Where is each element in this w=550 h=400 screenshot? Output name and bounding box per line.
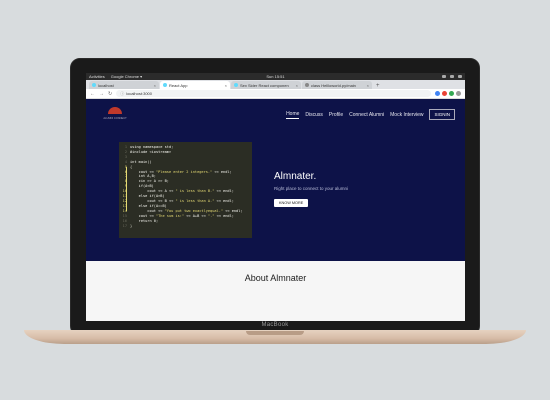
extension-icon[interactable] [435,91,440,96]
nav-discuss[interactable]: Discuss [305,112,323,118]
os-top-bar: Activities Google Chrome ▾ Sun 15:51 [86,73,465,80]
code-text: int main() [130,159,152,164]
url-field[interactable]: ⓘ localhost:3000 [116,90,431,97]
extension-icon[interactable] [449,91,454,96]
know-more-button[interactable]: KNOW MORE [274,199,309,207]
browser-tab[interactable]: Sex Sider React componen × [231,81,301,89]
nav-profile[interactable]: Profile [329,112,343,118]
site-nav: Home Discuss Profile Connect Alumni Mock… [286,109,455,120]
hero-title: Almnater. [274,171,317,182]
laptop-brand: MacBook [261,322,289,328]
about-title: About Almnater [244,273,307,283]
hero-subtitle: Right place to connect to your alumni [274,186,349,191]
tab-label: class Hellloworld.py/main [311,82,356,88]
laptop-notch [246,331,304,335]
browser-tab-strip: localhost × React App × Sex Sider React co… [86,80,465,89]
tab-label: React App [169,82,188,88]
code-text: return 0; [130,218,159,223]
info-icon: ⓘ [120,90,125,96]
favicon-icon [234,83,238,87]
tab-label: Sex Sider React componen [240,82,289,88]
signin-button[interactable]: SIGNIN [429,109,455,120]
address-bar-row: ← → ↻ ⓘ localhost:3000 [86,89,465,99]
change-marker [126,167,127,211]
forward-icon[interactable]: → [99,91,104,97]
close-icon[interactable]: × [154,83,156,88]
close-icon[interactable]: × [367,83,369,88]
new-tab-button[interactable]: + [373,83,383,89]
favicon-icon [92,83,96,87]
os-clock: Sun 15:51 [266,74,285,79]
code-snippet-image: 1 using namespace std; 2 #include <iostream… [119,142,252,238]
hero-section: ALUMNI CONNECT Home Discuss Profile Conn… [86,99,465,261]
reload-icon[interactable]: ↻ [108,91,112,97]
logo-tagline: ALUMNI CONNECT [103,117,127,120]
about-section: About Almnater [86,261,465,321]
browser-tab[interactable]: localhost × [89,81,159,89]
favicon-icon [305,83,309,87]
laptop-screen: Activities Google Chrome ▾ Sun 15:51 loc… [86,73,465,321]
url-text: localhost:3000 [126,91,152,96]
browser-tab-active[interactable]: React App × [160,81,230,89]
line-number: 17 [122,223,127,228]
logo-mark-icon [108,107,122,114]
browser-tab[interactable]: class Hellloworld.py/main × [302,81,372,89]
code-text: } [130,223,133,228]
react-icon [163,83,167,87]
code-line: 17} [119,224,249,229]
site-logo[interactable]: ALUMNI CONNECT [100,107,130,120]
menu-icon[interactable] [456,91,461,96]
back-icon[interactable]: ← [90,91,95,97]
hero-text: Almnater. Right place to connect to your… [274,171,348,209]
code-text: #include <iostream> [130,149,172,154]
close-icon[interactable]: × [296,83,298,88]
nav-home[interactable]: Home [286,111,300,119]
nav-connect-alumni[interactable]: Connect Alumni [349,112,384,118]
extensions [435,91,461,96]
extension-icon[interactable] [442,91,447,96]
nav-mock-interview[interactable]: Mock Interview [390,112,423,118]
tab-label: localhost [98,82,114,88]
close-icon[interactable]: × [225,83,227,88]
